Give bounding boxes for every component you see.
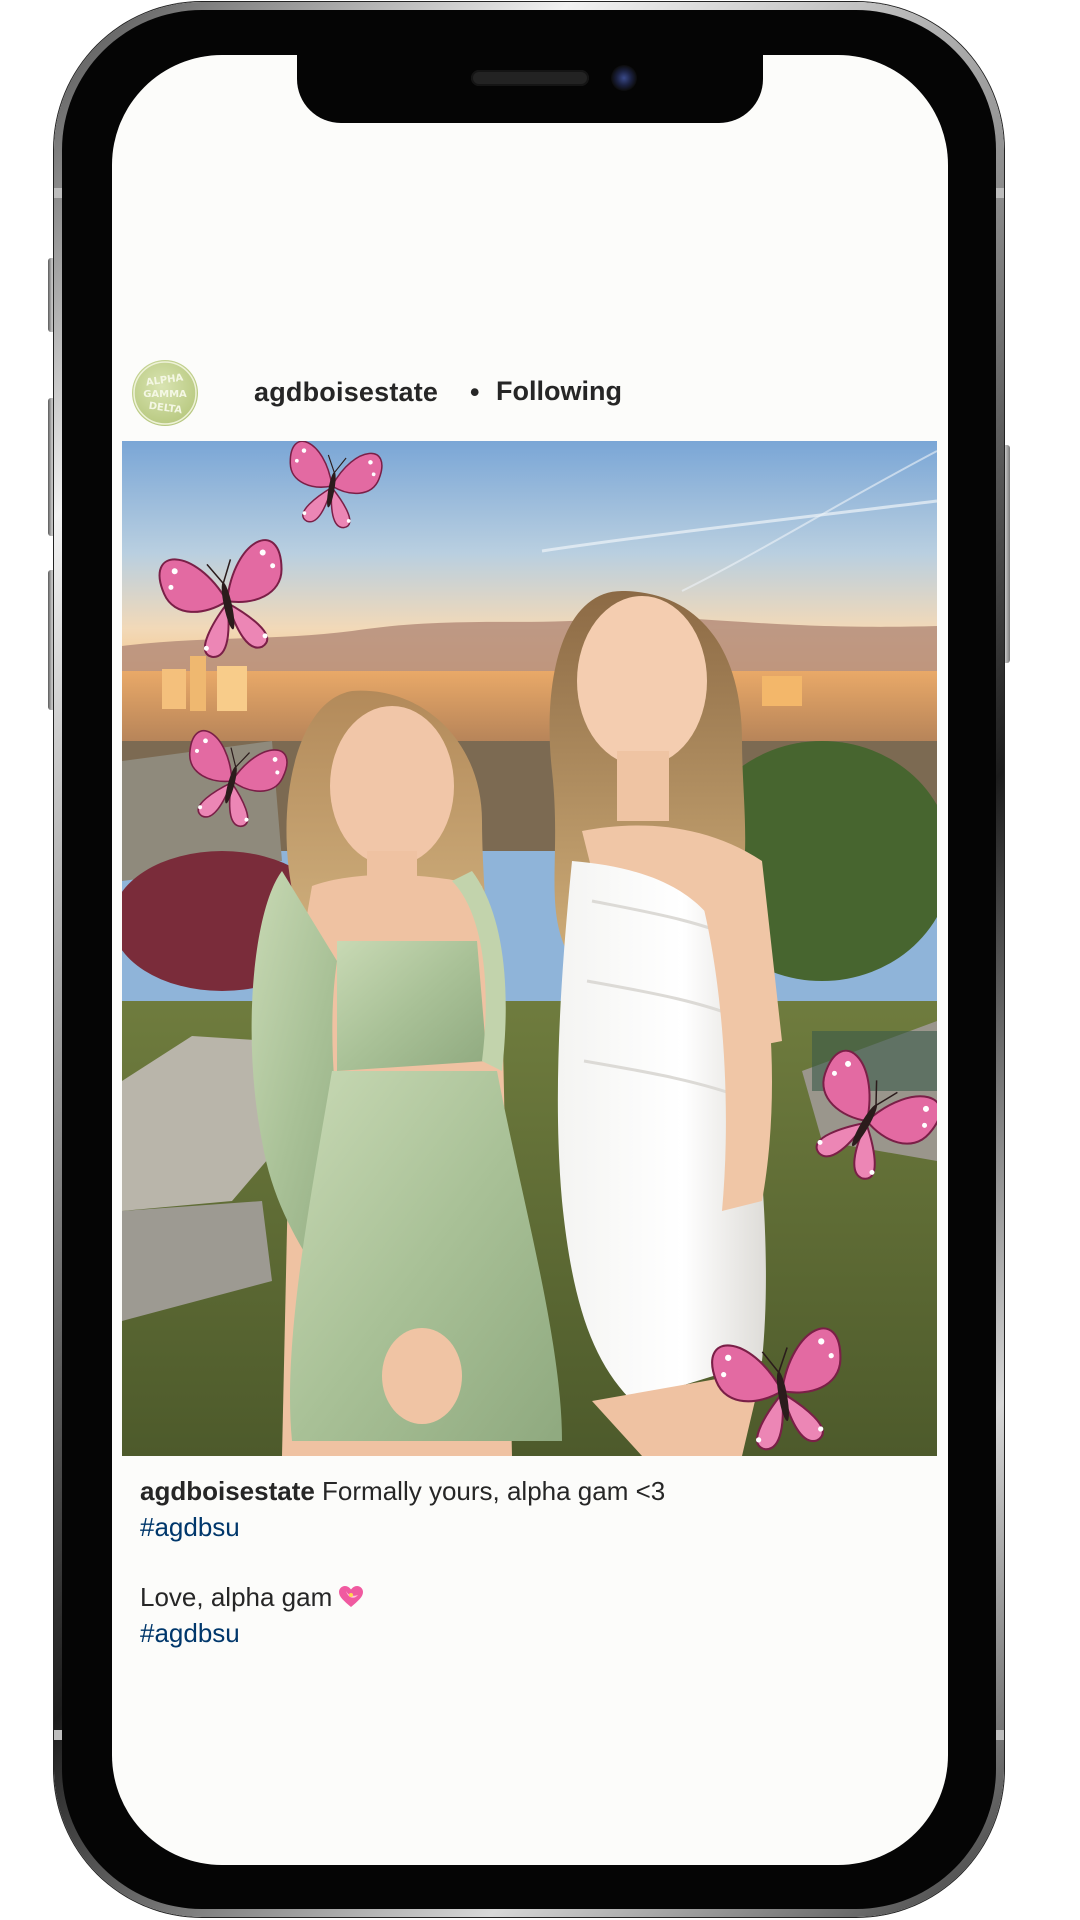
speaker-grille <box>471 70 589 86</box>
post-photo-icon <box>122 441 937 1456</box>
caption-text: Formally yours, alpha gam <3 <box>314 1476 666 1506</box>
username-link[interactable]: agdboisestate <box>254 377 438 408</box>
notch <box>297 55 763 123</box>
antenna-line <box>54 188 62 198</box>
phone-mockup: ALPHA GAMMA DELTA agdboisestate • Follow… <box>0 0 1080 1920</box>
following-button[interactable]: Following <box>496 376 622 407</box>
caption-username-link[interactable]: agdboisestate <box>140 1476 315 1506</box>
svg-text:ALPHA: ALPHA <box>145 372 184 388</box>
antenna-line <box>996 1730 1004 1740</box>
caption-line-2: #agdbsu <box>140 1509 920 1545</box>
svg-text:GAMMA: GAMMA <box>143 389 187 400</box>
heart-with-ribbon-icon <box>338 1582 364 1618</box>
caption-line-1: agdboisestate Formally yours, alpha gam … <box>140 1473 920 1509</box>
post-caption: agdboisestate Formally yours, alpha gam … <box>140 1473 920 1651</box>
antenna-line <box>996 188 1004 198</box>
caption-line-4: #agdbsu <box>140 1615 920 1651</box>
separator-dot: • <box>470 377 480 407</box>
hashtag-link-2[interactable]: #agdbsu <box>140 1618 240 1648</box>
antenna-line <box>54 1730 62 1740</box>
hashtag-link[interactable]: #agdbsu <box>140 1512 240 1542</box>
post-header: ALPHA GAMMA DELTA agdboisestate • Follow… <box>132 360 922 426</box>
svg-text:DELTA: DELTA <box>148 401 183 417</box>
caption-text-2: Love, alpha gam <box>140 1582 333 1612</box>
front-camera-icon <box>611 65 637 91</box>
screen: ALPHA GAMMA DELTA agdboisestate • Follow… <box>112 55 948 1865</box>
caption-line-3: Love, alpha gam <box>140 1579 920 1615</box>
avatar[interactable]: ALPHA GAMMA DELTA <box>132 360 198 426</box>
alpha-gamma-delta-logo-icon: ALPHA GAMMA DELTA <box>133 361 197 425</box>
post-image[interactable] <box>122 441 937 1456</box>
